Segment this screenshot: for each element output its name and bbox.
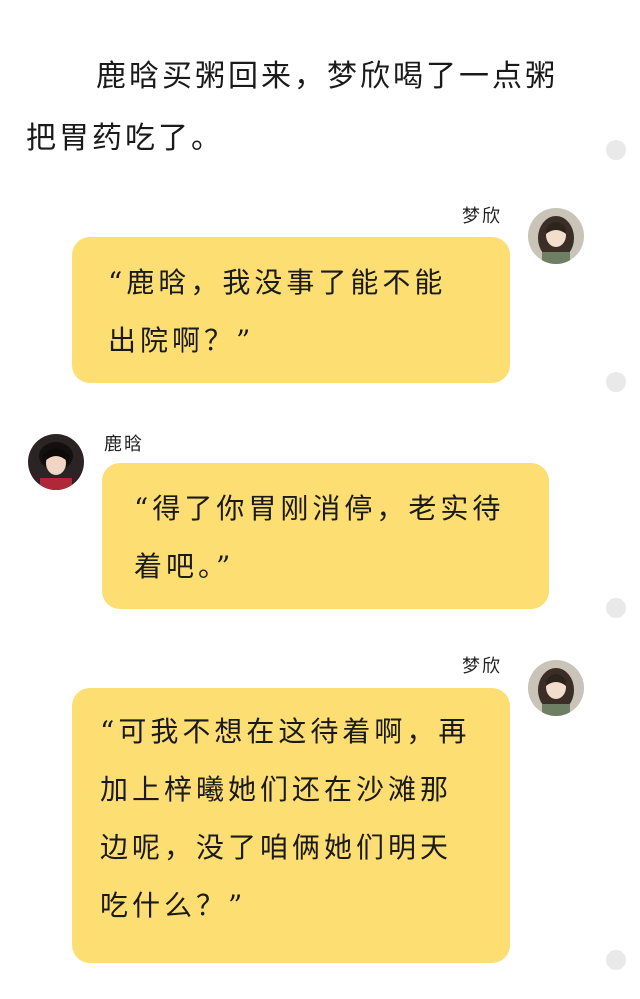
scroll-marker-dot [606, 598, 626, 618]
speaker-name: 鹿晗 [104, 434, 144, 455]
message-bubble: “鹿晗，我没事了能不能出院啊？” [72, 237, 510, 383]
scroll-marker-dot [606, 372, 626, 392]
boy-portrait-avatar[interactable] [28, 434, 84, 490]
scroll-marker-dot [606, 950, 626, 970]
message-bubble: “得了你胃刚消停，老实待着吧。” [102, 463, 549, 609]
girl-portrait-avatar[interactable] [528, 208, 584, 264]
speaker-name: 梦欣 [462, 656, 502, 677]
scroll-marker-dot [606, 140, 626, 160]
girl-portrait-avatar[interactable] [528, 660, 584, 716]
message-bubble: “可我不想在这待着啊，再加上梓曦她们还在沙滩那边呢，没了咱俩她们明天吃什么？” [72, 688, 510, 963]
narration-text: 鹿晗买粥回来，梦欣喝了一点粥把胃药吃了。 [26, 59, 558, 156]
speaker-name: 梦欣 [462, 206, 502, 227]
